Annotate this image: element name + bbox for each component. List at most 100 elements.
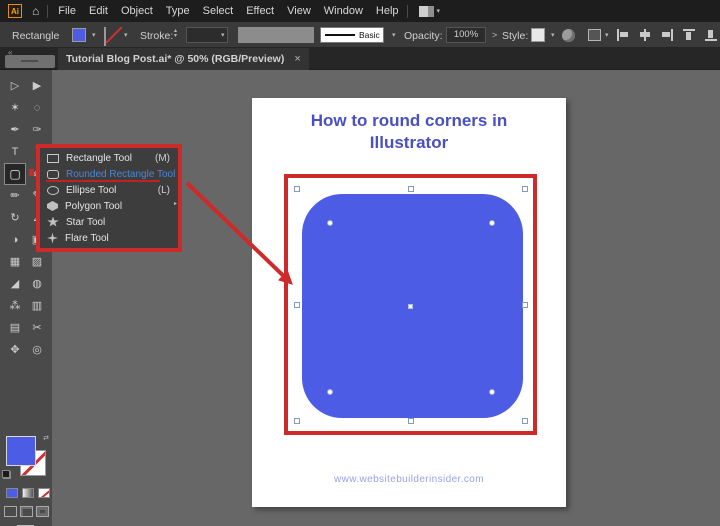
tool-icon: ✥ [10,345,19,356]
stroke-weight-stepper[interactable] [174,29,177,39]
tool-icon: ✶ [10,103,19,114]
none-button[interactable] [38,488,50,498]
direct-selection-tool[interactable]: ▶ [26,75,48,97]
eyedropper-tool[interactable]: ◢ [4,273,26,295]
paint-style-buttons [0,488,52,498]
fill-color-swatch[interactable] [72,28,86,42]
ellipse-icon [47,186,59,195]
flyout-item-rounded-rectangle-tool[interactable]: Rounded Rectangle Tool [40,166,178,182]
home-icon[interactable] [32,5,39,17]
align-horizontal-left-icon[interactable] [617,29,629,41]
lasso-tool[interactable]: ◌ [26,97,48,119]
menu-item-select[interactable]: Select [203,5,234,17]
default-fill-stroke-icon[interactable] [2,470,11,479]
flyout-item-polygon-tool[interactable]: Polygon Tool [40,198,178,214]
mesh-tool[interactable]: ▦ [4,251,26,273]
tool-icon: ↻ [10,213,19,224]
selection-handle[interactable] [522,186,528,192]
document-tab[interactable]: Tutorial Blog Post.ai* @ 50% (RGB/Previe… [58,48,309,70]
draw-behind-icon[interactable] [20,506,33,517]
tool-icon: ◍ [32,279,42,290]
menu-item-object[interactable]: Object [121,5,153,17]
document-setup-icon[interactable] [588,29,601,41]
rectangle-icon [47,154,59,163]
selection-handle[interactable] [294,186,300,192]
shaper-tool[interactable]: ✏ [4,185,26,207]
flyout-item-rectangle-tool[interactable]: Rectangle Tool (M) [40,150,178,166]
opacity-more-chevron[interactable]: > [492,30,497,40]
menu-item-window[interactable]: Window [324,5,363,17]
corner-radius-widget[interactable] [489,220,495,226]
fill-indicator[interactable] [6,436,36,466]
artboard-tool[interactable]: ▤ [4,317,26,339]
hand-tool[interactable]: ✥ [4,339,26,361]
corner-radius-widget[interactable] [327,389,333,395]
selection-handle[interactable] [522,302,528,308]
slice-tool[interactable]: ✂ [26,317,48,339]
brush-caret-icon[interactable] [392,31,396,39]
rectangle-tool[interactable]: ▢ [4,163,26,185]
opacity-field[interactable]: 100% [446,27,486,43]
align-vertical-bottom-icon[interactable] [705,29,717,41]
globe-icon[interactable] [562,29,575,42]
flyout-item-flare-tool[interactable]: Flare Tool [40,230,178,246]
width-profile-dropdown[interactable] [238,27,314,43]
blend-tool[interactable]: ◍ [26,273,48,295]
menu-item-file[interactable]: File [58,5,76,17]
document-setup-caret-icon[interactable] [605,31,609,39]
selection-handle[interactable] [522,418,528,424]
type-tool[interactable]: T [4,141,26,163]
tool-icon: ✑ [32,125,41,136]
align-horizontal-right-icon[interactable] [661,29,673,41]
curvature-tool[interactable]: ✑ [26,119,48,141]
corner-radius-widget[interactable] [327,220,333,226]
align-horizontal-center-icon[interactable] [639,29,651,41]
corner-radius-widget[interactable] [489,389,495,395]
menu-item-effect[interactable]: Effect [246,5,274,17]
opacity-value: 100% [447,28,485,42]
menu-item-view[interactable]: View [287,5,311,17]
symbol-sprayer-tool[interactable]: ⁂ [4,295,26,317]
pen-tool[interactable]: ✒ [4,119,26,141]
gradient-button[interactable] [22,488,34,498]
flyout-item-star-tool[interactable]: Star Tool [40,214,178,230]
swap-fill-stroke-icon[interactable] [43,434,49,442]
flyout-item-shortcut: (L) [158,185,178,196]
color-button[interactable] [6,488,18,498]
selection-handle[interactable] [408,186,414,192]
brush-definition-dropdown[interactable]: Basic [320,27,384,43]
menu-item-edit[interactable]: Edit [89,5,108,17]
workspace-switcher-icon[interactable] [419,6,434,17]
menu-items: File Edit Object Type Select Effect View Window… [58,5,398,17]
magic-wand-tool[interactable]: ✶ [4,97,26,119]
width-tool[interactable]: ◑ [4,229,26,251]
tearoff-arrow-icon[interactable] [174,200,177,207]
selection-handle[interactable] [408,418,414,424]
stroke-color-swatch[interactable] [104,27,106,46]
graph-tool[interactable]: ▥ [26,295,48,317]
menu-item-help[interactable]: Help [376,5,399,17]
gradient-tool[interactable]: ▨ [26,251,48,273]
brush-stroke-preview [325,34,355,36]
tool-icon: ▢ [9,168,20,180]
style-caret-icon[interactable] [551,31,555,39]
fill-dropdown-caret-icon[interactable] [92,31,96,39]
illustrator-app-icon[interactable]: Ai [8,4,22,18]
menu-item-type[interactable]: Type [166,5,190,17]
selection-tool[interactable]: ▷ [4,75,26,97]
stroke-weight-caret-icon[interactable] [221,31,225,39]
control-bar: Rectangle Stroke: Basic Opacity: 100% > … [0,22,720,48]
tab-close-icon[interactable]: × [294,53,300,65]
selection-handle[interactable] [294,302,300,308]
align-vertical-top-icon[interactable] [683,29,695,41]
draw-normal-icon[interactable] [4,506,17,517]
zoom-tool[interactable]: ◎ [26,339,48,361]
selection-handle[interactable] [294,418,300,424]
rotate-tool[interactable]: ↻ [4,207,26,229]
draw-inside-icon[interactable] [36,506,49,517]
flyout-item-ellipse-tool[interactable]: Ellipse Tool (L) [40,182,178,198]
stroke-dropdown-caret-icon[interactable] [124,31,128,39]
graphic-style-swatch[interactable] [531,28,545,42]
flyout-item-shortcut: (M) [155,153,178,164]
tools-panel-grip[interactable] [5,55,55,68]
